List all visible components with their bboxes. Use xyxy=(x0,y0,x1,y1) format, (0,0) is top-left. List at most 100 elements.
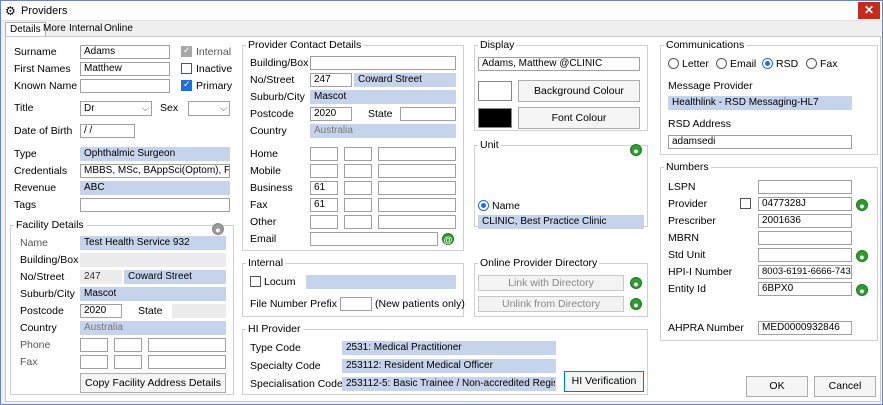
type-code-label: Type Code xyxy=(250,342,301,354)
entity-id-icon[interactable]: ● xyxy=(856,284,868,296)
remove-icon[interactable]: ● xyxy=(212,223,224,235)
other-number[interactable] xyxy=(378,215,456,229)
hi-verification-button[interactable]: HI Verification xyxy=(564,371,644,392)
facility-fax-number xyxy=(148,355,226,369)
cancel-button[interactable]: Cancel xyxy=(814,376,876,397)
rsd-address-input[interactable]: adamsedi xyxy=(668,135,852,149)
unlink-directory-icon[interactable]: ● xyxy=(630,298,642,310)
std-unit-icon[interactable]: ● xyxy=(856,250,868,262)
knownname-input[interactable] xyxy=(80,79,170,93)
link-directory-button[interactable]: Link with Directory xyxy=(478,275,624,291)
facility-postcode-label: Postcode xyxy=(20,305,64,317)
business-number[interactable] xyxy=(378,181,456,195)
email-radio[interactable] xyxy=(716,58,727,69)
fax-code[interactable] xyxy=(344,198,372,212)
mobile-area[interactable] xyxy=(310,164,338,178)
facility-building-input xyxy=(80,253,226,267)
fax-number[interactable] xyxy=(378,198,456,212)
mobile-number[interactable] xyxy=(378,164,456,178)
firstnames-input[interactable]: Matthew xyxy=(80,62,170,76)
primary-checkbox[interactable] xyxy=(181,79,192,91)
communications-title: Communications xyxy=(664,39,747,51)
contact-suburb-input[interactable]: Mascot xyxy=(310,90,456,104)
facility-name-input[interactable]: Test Health Service 932 xyxy=(80,236,226,250)
hpii-label: HPI-I Number xyxy=(668,266,733,278)
contact-state-input[interactable] xyxy=(400,107,456,121)
locum-input[interactable] xyxy=(306,275,456,289)
sex-label: Sex xyxy=(160,102,179,114)
home-code[interactable] xyxy=(344,147,372,161)
specialisation-code-input[interactable]: 253112-5: Basic Trainee / Non-accredited… xyxy=(342,377,556,391)
mobile-code[interactable] xyxy=(344,164,372,178)
email-send-icon[interactable]: @ xyxy=(442,233,454,245)
letter-radio[interactable] xyxy=(668,58,679,69)
internal-checkbox[interactable] xyxy=(181,45,192,57)
credentials-input[interactable]: MBBS, MSc, BAppSci(Optom), FRANZCO xyxy=(80,164,230,178)
locum-checkbox[interactable] xyxy=(250,276,261,287)
surname-input[interactable]: Adams xyxy=(80,45,170,59)
entity-id-input[interactable]: 6BPX0 xyxy=(758,282,852,296)
facility-fax-area xyxy=(80,355,108,369)
add-unit-icon[interactable]: ● xyxy=(630,144,642,156)
contact-country-input[interactable]: Australia xyxy=(310,124,456,138)
home-area[interactable] xyxy=(310,147,338,161)
facility-street-input: Coward Street xyxy=(124,270,226,284)
tags-input[interactable] xyxy=(80,198,230,212)
background-colour-swatch xyxy=(478,81,512,101)
lspn-input[interactable] xyxy=(758,180,852,194)
business-area[interactable]: 61 xyxy=(310,181,338,195)
background-colour-button[interactable]: Background Colour xyxy=(518,80,640,102)
revenue-input[interactable]: ABC xyxy=(80,181,230,195)
prescriber-input[interactable]: 2001636 xyxy=(758,214,852,228)
email-comm-label: Email xyxy=(730,58,757,70)
contact-building-input[interactable] xyxy=(310,56,456,70)
email-input[interactable] xyxy=(310,232,438,246)
ahpra-input[interactable]: MED0000932846 xyxy=(758,321,852,335)
mbrn-input[interactable] xyxy=(758,231,852,245)
rsd-radio[interactable] xyxy=(762,58,773,69)
display-name-input[interactable]: Adams, Matthew @CLINIC xyxy=(478,57,640,71)
dob-input[interactable]: / / xyxy=(80,124,135,138)
file-prefix-input[interactable] xyxy=(340,297,372,311)
provider-number-checkbox[interactable] xyxy=(740,198,751,209)
fax-radio[interactable] xyxy=(806,58,817,69)
link-directory-icon[interactable]: ● xyxy=(630,277,642,289)
close-button[interactable]: ✕ xyxy=(858,2,880,19)
contact-street-input[interactable]: Coward Street xyxy=(354,73,456,87)
ok-button[interactable]: OK xyxy=(746,376,808,397)
dob-label: Date of Birth xyxy=(14,125,73,137)
provider-number-input[interactable]: 0477328J xyxy=(758,197,852,211)
specialty-code-input[interactable]: 253112: Resident Medical Officer xyxy=(342,359,556,373)
primary-label: Primary xyxy=(196,80,233,92)
provider-number-icon[interactable]: ● xyxy=(856,199,868,211)
sex-select[interactable]: ⌵ xyxy=(188,101,230,116)
tab-online[interactable]: Online xyxy=(100,22,137,36)
revenue-label: Revenue xyxy=(14,182,57,194)
title-select[interactable]: Dr ⌵ xyxy=(80,101,152,116)
message-provider-select[interactable]: Healthlink - RSD Messaging-HL7 xyxy=(668,96,852,110)
type-input[interactable]: Ophthalmic Surgeon xyxy=(80,147,230,161)
contact-streetno-input[interactable]: 247 xyxy=(310,73,352,87)
type-code-input[interactable]: 2531: Medical Practitioner xyxy=(342,341,556,355)
fax-area[interactable]: 61 xyxy=(310,198,338,212)
surname-label: Surname xyxy=(14,46,57,58)
unit-name-input[interactable]: CLINIC, Best Practice Clinic xyxy=(478,215,644,229)
hpii-input[interactable]: 8003-6191-6666-7433 xyxy=(758,265,852,279)
business-code[interactable] xyxy=(344,181,372,195)
copy-facility-address-button[interactable]: Copy Facility Address Details xyxy=(80,373,226,393)
other-area[interactable] xyxy=(310,215,338,229)
contact-suburb-label: Suburb/City xyxy=(250,91,305,103)
facility-phone-area xyxy=(80,338,108,352)
unlink-directory-button[interactable]: Unlink from Directory xyxy=(478,296,624,312)
other-code[interactable] xyxy=(344,215,372,229)
email-label: Email xyxy=(250,233,277,245)
facility-state-label: State xyxy=(138,305,163,317)
font-colour-button[interactable]: Font Colour xyxy=(518,107,640,129)
inactive-checkbox[interactable] xyxy=(181,63,192,74)
std-unit-input[interactable] xyxy=(758,248,852,262)
contact-postcode-input[interactable]: 2020 xyxy=(310,107,352,121)
facility-streetno-input: 247 xyxy=(80,270,122,284)
unit-name-radio[interactable] xyxy=(478,200,489,211)
home-number[interactable] xyxy=(378,147,456,161)
lspn-label: LSPN xyxy=(668,181,696,193)
